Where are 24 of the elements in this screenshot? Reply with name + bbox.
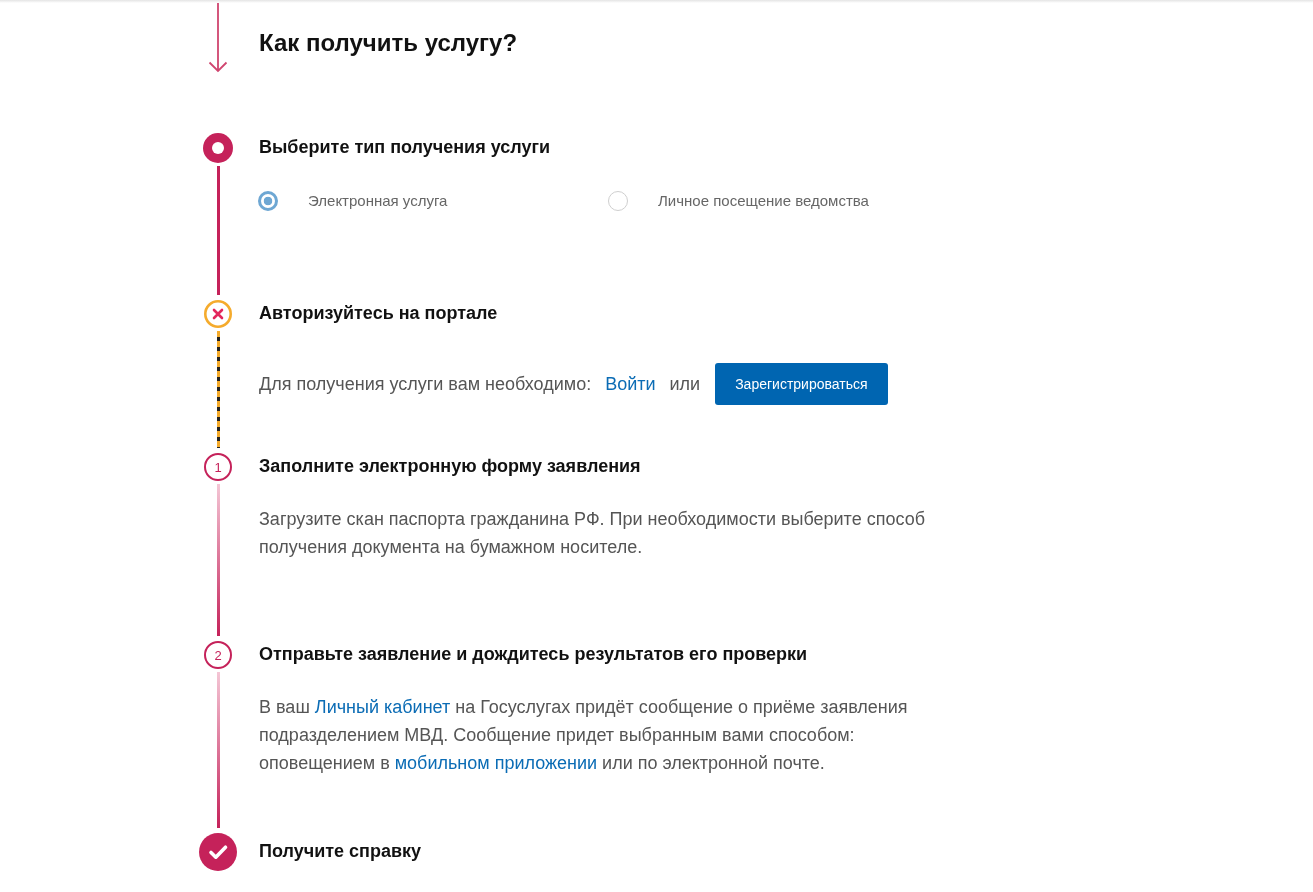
- down-arrow-icon: [208, 3, 228, 73]
- step-number: 1: [204, 453, 232, 481]
- check-circle-icon: [199, 833, 237, 871]
- radio-label[interactable]: Личное посещение ведомства: [658, 191, 869, 211]
- step-number: 2: [204, 641, 232, 669]
- page-heading: Как получить услугу?: [259, 28, 518, 58]
- radio-label[interactable]: Электронная услуга: [308, 191, 448, 211]
- cross-circle-icon: [204, 300, 232, 328]
- register-button[interactable]: Зарегистрироваться: [715, 363, 888, 405]
- radio-button[interactable]: [258, 191, 278, 211]
- auth-prompt: Для получения услуги вам необходимо:: [259, 373, 592, 395]
- text-link[interactable]: Личный кабинет: [314, 697, 451, 717]
- step-title: Авторизуйтесь на портале: [259, 302, 498, 324]
- separator-text: или: [669, 373, 701, 395]
- step-title: Выберите тип получения услуги: [259, 136, 550, 158]
- step-description: В ваш Личный кабинет на Госуслугах придёт сообщение о приёме заявления подразделением МВД. Сообщение придет выбранным вами способом: оповещением в мобильном приложении или по электронной почте.: [259, 696, 909, 775]
- step-title: Заполните электронную форму заявления: [259, 455, 641, 477]
- ring-icon: [203, 133, 233, 163]
- step-title: Получите справку: [259, 840, 421, 862]
- step-description: Загрузите скан паспорта гражданина РФ. При необходимости выберите способ получения документа на бумажном носителе.: [259, 508, 926, 559]
- login-link[interactable]: Войти: [605, 373, 656, 395]
- text-link[interactable]: мобильном приложении: [394, 753, 598, 773]
- radio-button[interactable]: [608, 191, 628, 211]
- step-title: Отправьте заявление и дождитесь результатов его проверки: [259, 643, 808, 665]
